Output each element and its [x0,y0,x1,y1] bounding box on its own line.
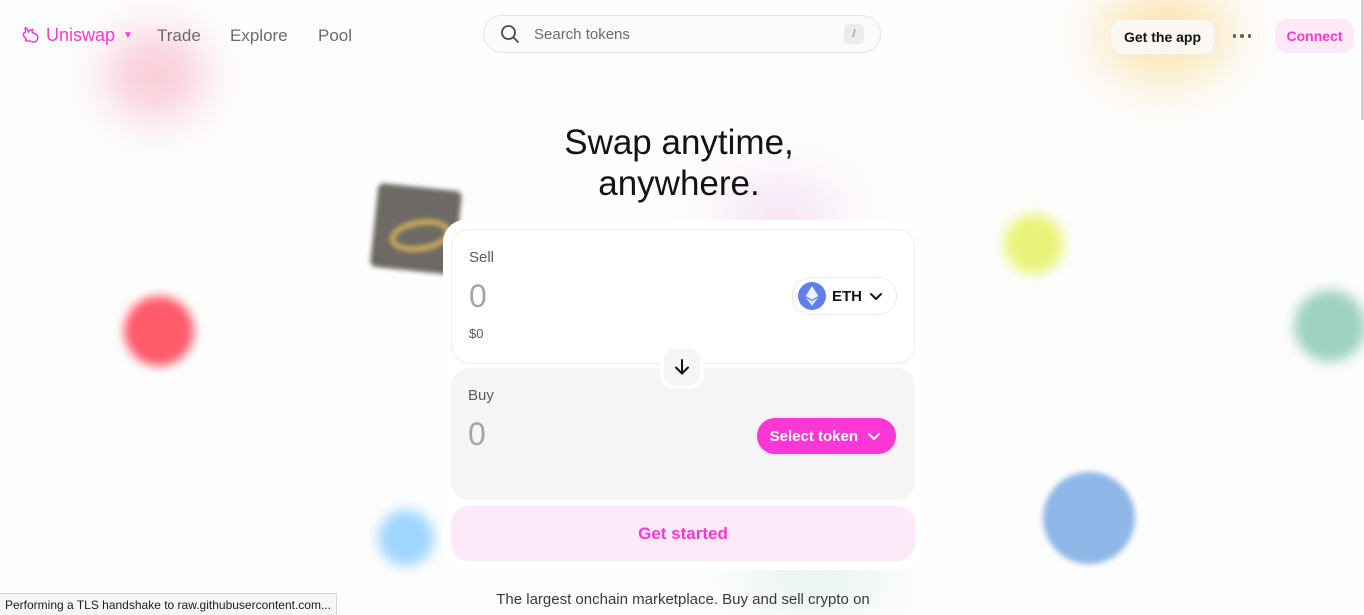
sell-panel: Sell $0 ETH [451,229,915,364]
blurred-token-bubble [378,510,434,566]
connect-button[interactable]: Connect [1275,19,1354,53]
nav-link-trade[interactable]: Trade [157,26,201,46]
sell-token-symbol: ETH [832,287,862,305]
buy-label: Buy [468,387,494,404]
select-token-label: Select token [769,427,858,445]
blurred-token-bubble [1004,214,1064,274]
nav-link-pool[interactable]: Pool [318,26,352,46]
blurred-token-bubble [1294,290,1364,362]
blurred-token-bubble [1043,472,1135,564]
search-shortcut-hint: / [844,24,864,44]
get-the-app-button[interactable]: Get the app [1110,19,1216,55]
buy-amount-input[interactable] [468,416,698,453]
search-input[interactable] [532,24,844,44]
sell-label: Sell [469,249,495,266]
nav-link-explore[interactable]: Explore [230,26,288,46]
browser-status-bar: Performing a TLS handshake to raw.github… [0,593,337,615]
chevron-down-icon [870,293,882,300]
top-nav: Uniswap ▼ Trade Explore Pool / Get the a… [0,0,1364,72]
eth-icon [798,282,826,310]
caret-down-icon: ▼ [123,29,133,41]
hero-title-line-2: anywhere. [598,164,760,203]
uniswap-logo-menu[interactable]: Uniswap ▼ [20,24,133,46]
more-options-icon[interactable] [1228,22,1256,50]
chevron-down-icon [868,433,880,440]
hero-title-line-1: Swap anytime, [564,123,794,162]
select-token-button[interactable]: Select token [754,416,898,456]
search-bar[interactable]: / [483,15,881,53]
logo-label: Uniswap [46,24,116,45]
get-started-button[interactable]: Get started [451,506,915,561]
hero-title: Swap anytime, anywhere. [480,122,878,204]
sell-usd-value: $0 [469,326,484,341]
arrow-down-icon [675,359,689,375]
swap-direction-button[interactable] [660,345,704,389]
search-icon [501,25,519,43]
blurred-token-bubble [124,296,194,366]
swap-card: Sell $0 ETH Buy Select token [443,220,923,570]
sell-amount-input[interactable] [469,278,699,315]
sell-token-selector[interactable]: ETH [792,277,897,315]
hero-subtitle: The largest onchain marketplace. Buy and… [496,591,870,608]
unicorn-icon [22,26,39,43]
